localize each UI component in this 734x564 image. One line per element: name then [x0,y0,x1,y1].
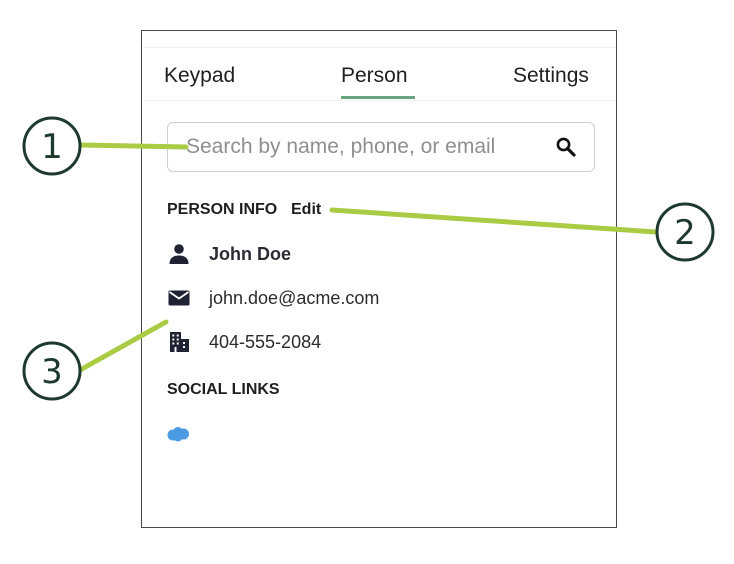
callout-line-3 [77,319,169,373]
callout-overlay: 1 2 3 [22,116,715,401]
callout-line-2 [329,207,659,235]
callout-number-3: 3 [41,352,63,392]
callout-number-1: 1 [41,127,63,167]
callout-number-2: 2 [674,213,696,253]
callout-line-1 [77,142,189,150]
